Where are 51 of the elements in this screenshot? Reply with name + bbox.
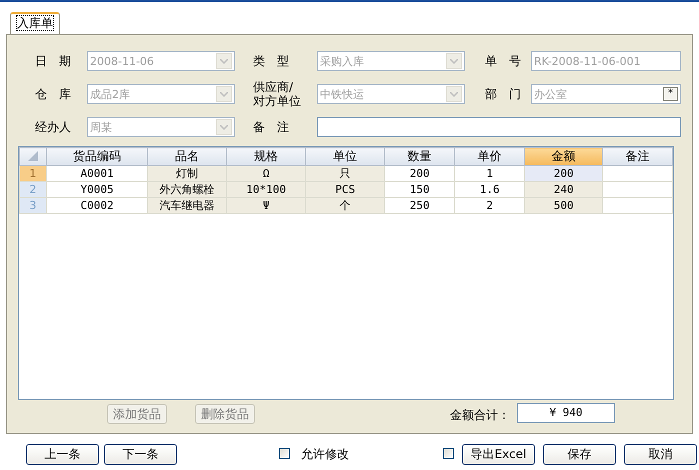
- table-cell: 汽车继电器: [160, 199, 215, 212]
- nav-button[interactable]: 上一条: [26, 444, 99, 465]
- table-cell: C0002: [80, 199, 114, 212]
- table-cell: 10*100: [246, 183, 286, 196]
- table-cell: 200: [554, 167, 574, 180]
- table-cell: PCS: [335, 183, 356, 196]
- table-cell: Ω: [262, 167, 270, 180]
- column-header[interactable]: 单位: [306, 148, 385, 166]
- action-button[interactable]: 保存: [543, 444, 616, 465]
- table-cell: 灯制: [176, 167, 198, 180]
- table-cell: 2: [486, 199, 493, 212]
- column-header[interactable]: 备注: [602, 148, 672, 166]
- corner-triangle-icon: [28, 150, 38, 160]
- action-button[interactable]: 取消: [624, 444, 697, 465]
- column-header[interactable]: 规格: [226, 148, 306, 166]
- table-cell: Y0005: [80, 183, 114, 196]
- field-label: 类 型: [253, 54, 290, 68]
- table-cell: 500: [554, 199, 574, 212]
- table-cell: 200: [410, 167, 430, 180]
- table-cell: 1.6: [480, 183, 500, 196]
- table-cell: 250: [410, 199, 430, 212]
- table-cell: 150: [410, 183, 430, 196]
- column-header[interactable]: 单价: [454, 148, 525, 166]
- column-header[interactable]: 货品编码: [46, 148, 148, 166]
- table-cell: 只: [340, 167, 351, 180]
- field-label: 供应商/ 对方单位: [253, 80, 302, 108]
- total-field[interactable]: ¥ 940: [517, 403, 615, 423]
- table-cell: 外六角螺栓: [160, 183, 215, 196]
- checkbox[interactable]: [443, 448, 454, 459]
- corner-header[interactable]: [20, 148, 46, 166]
- field-label: 部 门: [485, 87, 522, 101]
- total-label: 金额合计：: [450, 407, 510, 424]
- checkbox[interactable]: [279, 448, 290, 459]
- field-label: 备 注: [253, 120, 290, 134]
- column-header[interactable]: 金额: [524, 148, 603, 166]
- table-cell: 1: [486, 167, 493, 180]
- field-label: 经办人: [35, 120, 72, 134]
- table-cell: A0001: [80, 167, 114, 180]
- field-label: 仓 库: [35, 87, 72, 101]
- column-header[interactable]: 品名: [148, 148, 227, 166]
- table-cell: Ψ: [262, 199, 270, 212]
- field-label: 单 号: [485, 54, 522, 68]
- input-field[interactable]: [317, 117, 681, 137]
- table-cell: 个: [340, 199, 351, 212]
- export-button[interactable]: 导出Excel: [462, 444, 535, 465]
- tab[interactable]: 入库单: [10, 12, 60, 34]
- table-cell: 240: [554, 183, 574, 196]
- field-label: 日 期: [35, 54, 72, 68]
- nav-button[interactable]: 下一条: [104, 444, 177, 465]
- checkbox-label: 允许修改: [301, 446, 349, 463]
- column-header[interactable]: 数量: [384, 148, 455, 166]
